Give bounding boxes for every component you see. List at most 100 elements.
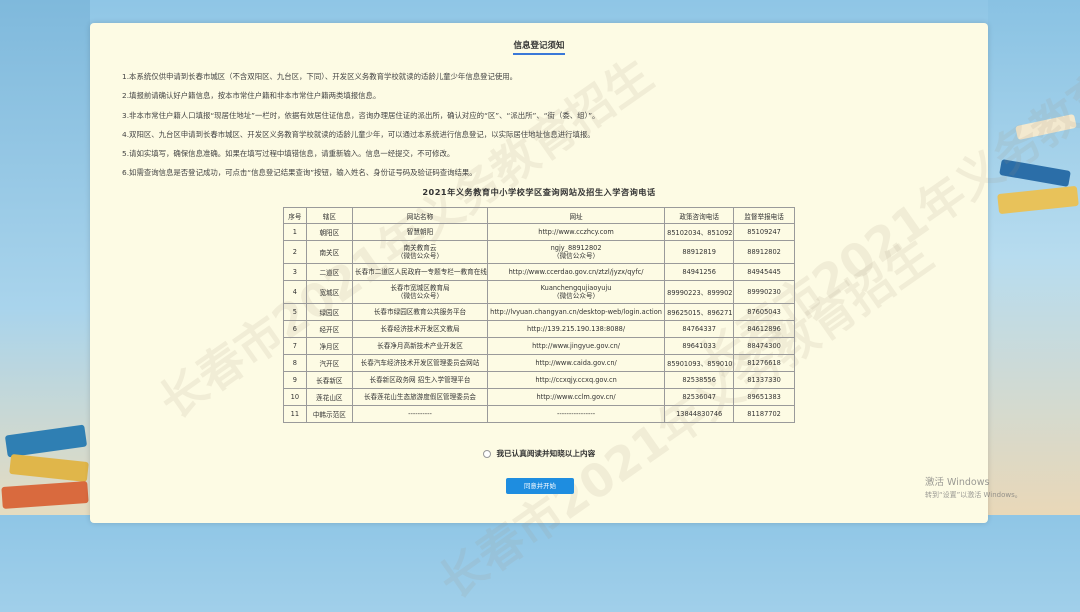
cell-district: 中韩示范区 [305,405,354,423]
cell-url-text: http://ccxqjy.ccxq.gov.cn [535,376,617,384]
district-table: 序号 辖区 网站名称 网址 政策咨询电话 监督举报电话 1 朝阳区 智慧朝阳 http… [283,207,795,423]
cell-site: 长春新区政务网 招生入学管理平台 [352,371,488,389]
cell-district-text: 绿园区 [319,309,340,317]
cell-url: ---------------- [486,405,666,423]
cell-no-text: 8 [292,359,297,367]
cell-url-text: http://139.215.190.138:8088/ [527,325,626,333]
table-row: 10 莲花山区 长春莲花山生态旅游度假区管理委员会 http://www.cclm.g… [283,388,795,406]
cell-site-text: 长春市二道区人民政府一专题专栏一教育在线 [355,268,487,276]
cell-district-text: 长春新区 [316,377,343,385]
cell-no-text: 9 [292,376,297,384]
notice-panel: 长春市2021年义务教育招生 长春市2021年义务教育招生 长春市2021年义务… [90,8,1080,609]
cell-policy-phone: 89625015、89627105 [664,303,735,321]
cell-site: 长春汽车经济技术开发区管理委员会网站 [352,354,488,372]
cell-report-phone: 84945445 [733,263,795,281]
table-row: 3 二道区 长春市二道区人民政府一专题专栏一教育在线 http://www.ccerd… [283,263,795,281]
cell-no: 8 [283,354,307,372]
cell-site: ---------- [352,405,488,423]
book-decoration [997,185,1079,215]
table-row: 5 绿园区 长春市绿园区教育公共服务平台 http://lvyuan.changyan… [283,303,795,321]
table-title: 2021年义务教育中小学校学区查询网站及招生入学咨询电话 [422,187,656,197]
cell-policy-phone-text: 82538556 [682,376,716,384]
agree-checkbox[interactable]: 我已认真阅读并知晓以上内容 [90,448,988,459]
cell-no: 4 [283,280,307,304]
cell-site-text: （微信公众号） [396,292,444,300]
cell-url: http://139.215.190.138:8088/ [486,320,666,338]
cell-no: 5 [283,303,307,321]
cell-url: http://www.ccerdao.gov.cn/ztzl/jyzx/qyfc… [486,263,666,281]
notice-item: 2.填报前请确认好户籍信息，按本市常住户籍和非本市常住户籍两类填报信息。 [122,91,381,101]
book-decoration [9,453,89,483]
cell-policy-phone-text: 85901093、85901094 [667,360,734,368]
cell-report-phone: 81187702 [733,405,795,423]
cell-no: 3 [283,263,307,281]
cell-no: 10 [283,388,307,406]
cell-no-text: 6 [292,325,297,333]
cell-report-phone: 81337330 [733,371,795,389]
cell-report-phone-text: 89990230 [747,288,781,296]
header-policy-phone: 政策咨询电话 [664,207,735,224]
cell-url-text: （微信公众号） [552,252,600,260]
agree-label: 我已认真阅读并知晓以上内容 [496,449,596,458]
cell-report-phone: 88474300 [733,337,795,355]
cell-no-text: 3 [292,268,297,276]
book-decoration [4,424,88,458]
header-url: 网址 [486,207,666,224]
cell-site: 长春净月高新技术产业开发区 [352,337,488,355]
cell-site-text: 长春经济技术开发区文教局 [380,325,460,333]
checkbox-icon[interactable] [482,450,491,458]
table-row: 8 汽开区 长春汽车经济技术开发区管理委员会网站 http://www.caida.g… [283,354,795,372]
cell-district-text: 南关区 [319,249,340,257]
table-row: 11 中韩示范区 ---------- ---------------- 1384483… [283,405,795,423]
cell-url: ngjy_88912802 （微信公众号） [486,240,666,264]
cell-policy-phone-text: 82536047 [682,393,716,401]
cell-url-text: http://www.jingyue.gov.cn/ [532,342,620,350]
cell-district: 朝阳区 [305,223,354,241]
cell-site-text: 南关教育云 [403,244,437,252]
cell-district-text: 莲花山区 [316,394,343,402]
cell-district: 经开区 [305,320,354,338]
cell-site: 长春市宽城区教育局 （微信公众号） [352,280,488,304]
notice-item: 3.非本市常住户籍人口填报“现居住地址”一栏时，依据有效居住证信息，咨询办理居住… [122,110,600,120]
notice-item: 5.请如实填写，确保信息准确。如果在填写过程中填错信息，请重新输入。信息一经提交… [122,149,455,159]
book-decoration [1,481,89,509]
cell-policy-phone-text: 89625015、89627105 [667,309,734,317]
cell-report-phone: 84612896 [733,320,795,338]
cell-district: 净月区 [305,337,354,355]
cell-policy-phone: 89641033 [664,337,735,355]
table-row: 1 朝阳区 智慧朝阳 http://www.cczhcy.com 85102034、85… [283,223,795,241]
cell-report-phone: 88912802 [733,240,795,264]
cell-policy-phone: 85901093、85901094 [664,354,735,372]
background-left [0,0,90,515]
cell-policy-phone: 88912819 [664,240,735,264]
cell-no-text: 5 [292,308,297,316]
start-button[interactable]: 同意并开始 [506,478,574,494]
cell-no-text: 10 [290,393,300,401]
cell-site: 长春莲花山生态旅游度假区管理委员会 [352,388,488,406]
table-row: 6 经开区 长春经济技术开发区文教局 http://139.215.190.138:8… [283,320,795,338]
cell-site: 南关教育云 （微信公众号） [352,240,488,264]
table-header-row: 序号 辖区 网站名称 网址 政策咨询电话 监督举报电话 [283,207,795,224]
cell-no-text: 4 [292,288,297,296]
cell-district: 长春新区 [305,371,354,389]
cell-district-text: 宽城区 [319,289,340,297]
cell-policy-phone: 89990223、89990224 [664,280,735,304]
header-district: 辖区 [305,207,354,224]
cell-policy-phone: 84764337 [664,320,735,338]
cell-policy-phone: 82536047 [664,388,735,406]
cell-url-text: http://lvyuan.changyan.cn/desktop-web/lo… [490,308,662,316]
cell-url: http://www.caida.gov.cn/ [486,354,666,372]
cell-site: 长春市绿园区教育公共服务平台 [352,303,488,321]
cell-district-text: 汽开区 [319,360,340,368]
cell-no: 2 [283,240,307,264]
cell-url: http://www.cclm.gov.cn/ [486,388,666,406]
cell-url-text: http://www.cclm.gov.cn/ [536,393,616,401]
cell-site: 长春市二道区人民政府一专题专栏一教育在线 [352,263,488,281]
book-decoration [1015,113,1077,141]
cell-policy-phone-text: 89641033 [682,342,716,350]
cell-url-text: http://www.caida.gov.cn/ [535,359,617,367]
cell-site-text: 长春市宽城区教育局 [390,284,450,292]
cell-district-text: 经开区 [319,326,340,334]
cell-url: Kuanchengqujiaoyuju （微信公众号） [486,280,666,304]
cell-policy-phone-text: 84941256 [682,268,716,276]
